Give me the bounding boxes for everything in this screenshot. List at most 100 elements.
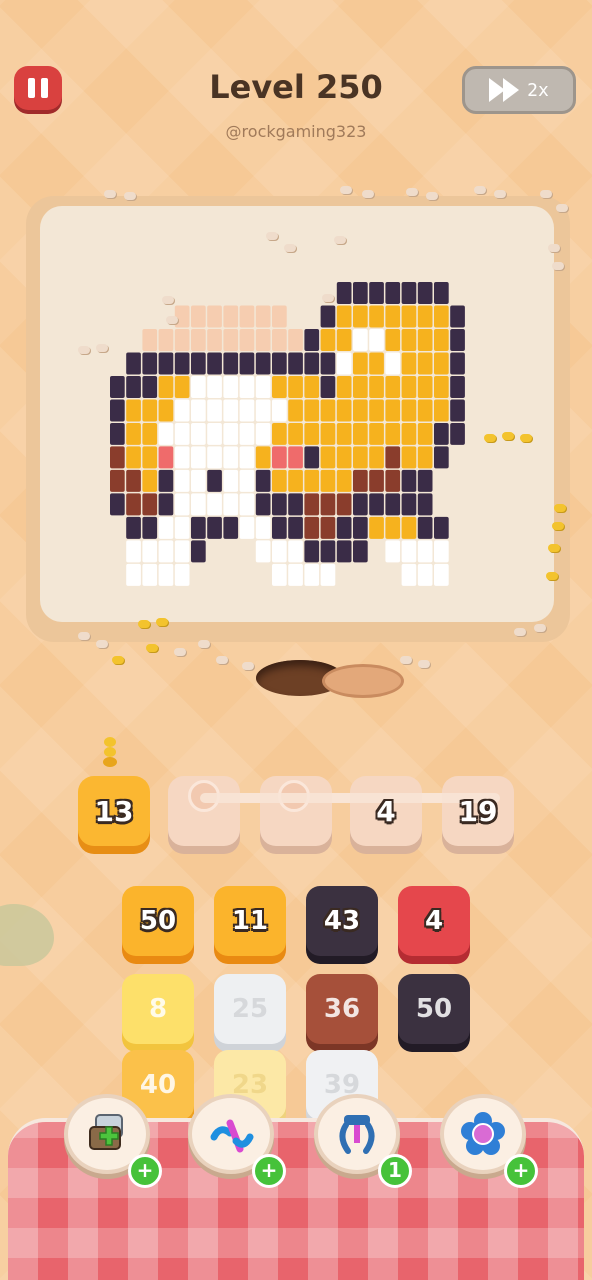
pixel-cell [126,399,141,422]
pixel-cell [158,516,174,539]
pixel-cell [142,516,158,539]
pixel-cell [255,375,271,398]
tile[interactable]: 36 [306,974,378,1044]
pixel-cell [272,540,287,563]
pixel-cell [272,328,287,351]
pixel-cell [223,493,239,516]
pixel-cell [126,352,141,375]
pixel-cell [369,516,384,539]
pixel-cell [385,516,401,539]
pixel-cell [191,469,206,492]
pixel-cell [434,563,449,586]
powerup-badge: + [128,1154,162,1188]
pixel-cell [353,282,368,304]
pixel-cell [385,328,401,351]
tile[interactable]: 4 [398,886,470,956]
pixel-cell [288,375,303,398]
pixel-cell [207,399,222,422]
pixel-cell [320,469,336,492]
pixel-cell [336,469,352,492]
tile[interactable]: 25 [214,974,286,1044]
pixel-cell [369,469,384,492]
pixel-cell [255,469,271,492]
pixel-cell [158,375,174,398]
tile-value: 11 [231,906,269,936]
tile[interactable]: 50 [122,886,194,956]
pixel-cell [142,375,158,398]
pixel-cell [401,328,417,351]
tile[interactable]: 8 [122,974,194,1044]
pixel-cell [191,446,206,469]
pixel-cell [288,493,303,516]
pixel-cell [191,516,206,539]
pixel-cell [336,540,352,563]
pixel-cell [417,399,433,422]
pixel-cell [417,282,433,304]
pixel-cell [174,422,190,445]
pixel-cell [110,446,125,469]
pixel-cell [288,352,303,375]
pixel-cell [207,446,222,469]
pixel-cell [417,540,433,563]
pixel-cell [336,516,352,539]
pixel-cell [434,305,449,328]
pixel-cell [272,446,287,469]
pixel-cell [288,469,303,492]
pixel-cell [304,422,320,445]
pixel-cell [288,399,303,422]
pixel-cell [174,446,190,469]
pixel-cell [369,446,384,469]
pixel-cell [191,375,206,398]
pixel-cell [353,305,368,328]
pixel-cell [450,305,465,328]
pixel-cell [369,305,384,328]
tile-value: 25 [231,994,269,1024]
pixel-cell [336,375,352,398]
pixel-cell [304,352,320,375]
pixel-cell [142,399,158,422]
pixel-cell [239,516,255,539]
pixel-cell [385,493,401,516]
pixel-cell [450,328,465,351]
pixel-cell [255,399,271,422]
pixel-cell [304,516,320,539]
tile-value: 50 [415,994,453,1024]
pixel-cell [255,422,271,445]
pixel-cell [401,422,417,445]
slot-1[interactable]: 13 [78,776,150,846]
pixel-cell [207,493,222,516]
powerup-swap[interactable]: + [188,1094,286,1188]
powerup-badge: + [252,1154,286,1188]
pixel-cell [223,352,239,375]
pixel-cell [126,469,141,492]
pixel-cell [158,563,174,586]
tile[interactable]: 11 [214,886,286,956]
pixel-cell [288,446,303,469]
powerup-add-tile[interactable]: + [64,1094,162,1188]
pixel-cell [353,516,368,539]
pixel-cell [288,328,303,351]
pixel-cell [320,375,336,398]
pixel-cell [142,422,158,445]
pixel-cell [353,399,368,422]
waiting-ant-icon [103,737,117,767]
pixel-cell [401,305,417,328]
pixel-cell [110,493,125,516]
powerup-claw[interactable]: 1 [314,1094,412,1188]
pixel-cell [369,282,384,304]
pixel-cell [223,328,239,351]
pixel-cell [272,375,287,398]
pixel-cell [239,352,255,375]
tile[interactable]: 43 [306,886,378,956]
pixel-cell [353,375,368,398]
pixel-cell [320,516,336,539]
pixel-cell [126,563,141,586]
tile[interactable]: 50 [398,974,470,1044]
pixel-cell [385,352,401,375]
tile-value: 40 [139,1070,177,1100]
pixel-cell [304,493,320,516]
pixel-cell [272,516,287,539]
pixel-cell [353,352,368,375]
pixel-cell [434,422,449,445]
powerup-flower[interactable]: + [440,1094,538,1188]
